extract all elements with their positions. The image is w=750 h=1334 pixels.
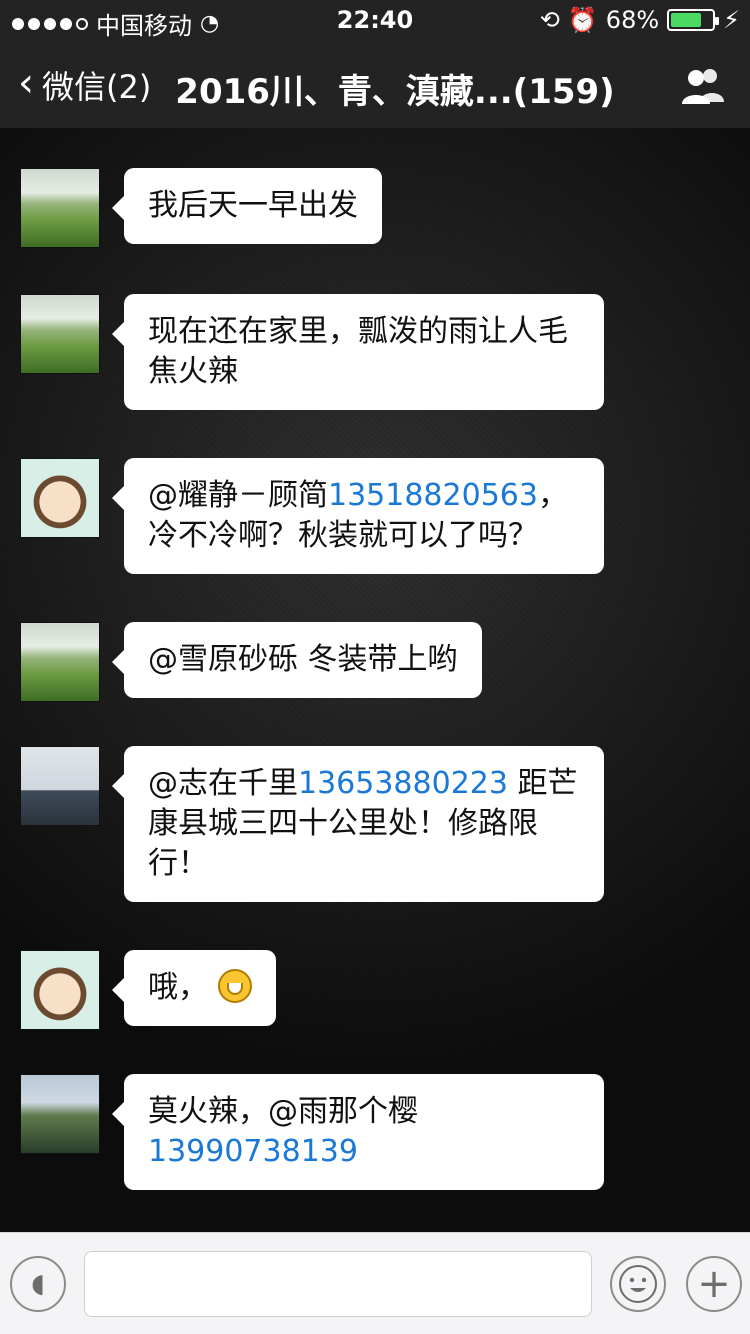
message-text: @志在千里 xyxy=(148,766,298,801)
avatar[interactable] xyxy=(20,950,100,1030)
message-bubble[interactable]: 我后天一早出发 xyxy=(112,168,382,244)
avatar[interactable] xyxy=(20,168,100,248)
top-bar: 中国移动 ◔ 22:40 ⟲ ⏰ 68% ⚡ ‹ 微信(2) 2016川、青、滇… xyxy=(0,0,750,128)
avatar[interactable] xyxy=(20,1074,100,1154)
battery-percent: 68% xyxy=(605,6,660,34)
battery-fill xyxy=(671,13,702,27)
message-bubble[interactable]: 哦， xyxy=(112,950,276,1026)
message-input[interactable] xyxy=(84,1251,592,1317)
message-bubble[interactable]: 现在还在家里，瓢泼的雨让人毛焦火辣 xyxy=(112,294,604,410)
emoji-icon xyxy=(619,1265,657,1303)
avatar[interactable] xyxy=(20,622,100,702)
message-bubble[interactable]: @耀静－顾简13518820563，冷不冷啊？秋装就可以了吗？ xyxy=(112,458,604,574)
chat-area[interactable]: 我后天一早出发现在还在家里，瓢泼的雨让人毛焦火辣 @耀静－顾简1351882056… xyxy=(0,128,750,1232)
voice-button[interactable]: ◖ xyxy=(10,1256,66,1312)
charging-icon: ⚡ xyxy=(723,6,740,34)
message-bubble[interactable]: 莫火辣，@雨那个樱 13990738139 xyxy=(112,1074,604,1190)
back-label: 微信(2) xyxy=(42,68,152,106)
message-text: @耀静－顾简 xyxy=(148,478,328,513)
status-bar: 中国移动 ◔ 22:40 ⟲ ⏰ 68% ⚡ xyxy=(0,0,750,40)
plus-button[interactable]: + xyxy=(686,1256,742,1312)
plus-icon: + xyxy=(697,1261,731,1307)
emoji-button[interactable] xyxy=(610,1256,666,1312)
status-right: ⟲ ⏰ 68% ⚡ xyxy=(540,6,740,34)
nav-bar: ‹ 微信(2) 2016川、青、滇藏...(159) xyxy=(0,44,750,128)
voice-icon: ◖ xyxy=(31,1269,45,1299)
battery-icon xyxy=(667,9,720,31)
grin-emoji-icon xyxy=(218,969,252,1003)
message-text: 我后天一早出发 xyxy=(148,188,358,223)
message-bubble[interactable]: @雪原砂砾 冬装带上哟 xyxy=(112,622,482,698)
message-text: 莫火辣，@雨那个樱 xyxy=(148,1094,418,1129)
chevron-left-icon: ‹ xyxy=(18,60,34,106)
rotation-lock-icon: ⟲ xyxy=(539,6,560,34)
chat-title: 2016川、青、滇藏...(159) xyxy=(175,72,615,112)
phone-link[interactable]: 13518820563 xyxy=(328,478,538,513)
input-bar: ◖ + xyxy=(0,1232,750,1334)
message-bubble[interactable]: @志在千里13653880223 距芒康县城三四十公里处！修路限行！ xyxy=(112,746,604,902)
avatar[interactable] xyxy=(20,294,100,374)
avatar[interactable] xyxy=(20,746,100,826)
back-button[interactable]: ‹ 微信(2) xyxy=(18,62,151,108)
alarm-icon: ⏰ xyxy=(567,6,598,34)
message-text: @雪原砂砾 冬装带上哟 xyxy=(148,642,458,677)
phone-link[interactable]: 13990738139 xyxy=(148,1134,358,1169)
message-text: 哦， xyxy=(148,970,208,1005)
message-text: 现在还在家里，瓢泼的雨让人毛焦火辣 xyxy=(148,314,568,389)
group-members-icon[interactable] xyxy=(678,66,726,106)
avatar[interactable] xyxy=(20,458,100,538)
phone-link[interactable]: 13653880223 xyxy=(298,766,508,801)
